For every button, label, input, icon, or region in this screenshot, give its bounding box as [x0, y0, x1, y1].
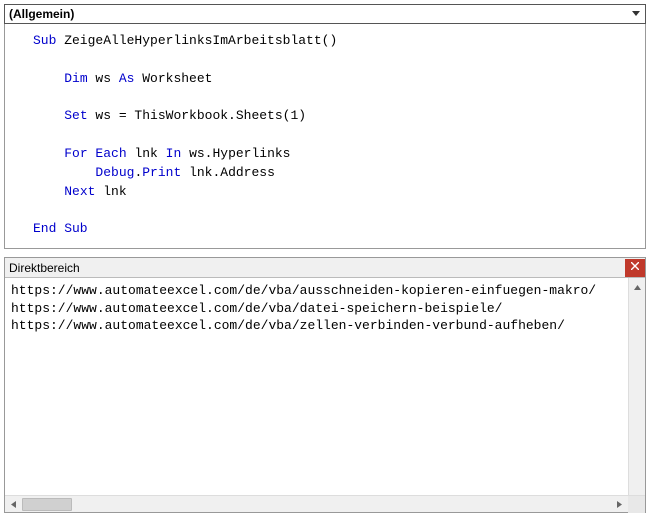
close-icon: [631, 262, 639, 273]
close-button[interactable]: [625, 259, 645, 277]
code-text: Worksheet: [134, 71, 212, 86]
code-keyword: Debug: [95, 165, 134, 180]
code-text: ZeigeAlleHyperlinksImArbeitsblatt(): [56, 33, 337, 48]
code-keyword: Print: [142, 165, 181, 180]
code-text: ws = ThisWorkbook.Sheets(1): [88, 108, 306, 123]
scroll-right-icon[interactable]: [611, 497, 628, 512]
code-keyword: Set: [64, 108, 87, 123]
object-dropdown-value: (Allgemein): [9, 7, 74, 21]
code-keyword: Dim: [64, 71, 87, 86]
vertical-scrollbar[interactable]: [628, 278, 645, 495]
immediate-title-text: Direktbereich: [9, 261, 80, 275]
code-keyword: Next: [64, 184, 95, 199]
object-dropdown[interactable]: (Allgemein): [4, 4, 646, 24]
code-keyword: End Sub: [33, 221, 88, 236]
horizontal-scrollbar[interactable]: [5, 495, 645, 512]
scrollbar-track[interactable]: [22, 497, 611, 512]
code-editor[interactable]: Sub ZeigeAlleHyperlinksImArbeitsblatt() …: [4, 24, 646, 249]
output-line: https://www.automateexcel.com/de/vba/dat…: [11, 301, 502, 316]
code-keyword: In: [166, 146, 182, 161]
scroll-left-icon[interactable]: [5, 497, 22, 512]
code-keyword: For Each: [64, 146, 126, 161]
code-text: ws: [88, 71, 119, 86]
code-keyword: As: [119, 71, 135, 86]
immediate-output[interactable]: https://www.automateexcel.com/de/vba/aus…: [5, 278, 628, 495]
output-line: https://www.automateexcel.com/de/vba/aus…: [11, 283, 596, 298]
code-text: ws.Hyperlinks: [181, 146, 290, 161]
scroll-up-icon[interactable]: [630, 280, 645, 295]
immediate-titlebar: Direktbereich: [5, 258, 645, 278]
output-line: https://www.automateexcel.com/de/vba/zel…: [11, 318, 565, 333]
immediate-body[interactable]: https://www.automateexcel.com/de/vba/aus…: [5, 278, 645, 495]
immediate-window: Direktbereich https://www.automateexcel.…: [4, 257, 646, 513]
scrollbar-thumb[interactable]: [22, 498, 72, 511]
scrollbar-corner: [628, 496, 645, 513]
code-text: lnk: [95, 184, 126, 199]
code-keyword: Sub: [33, 33, 56, 48]
chevron-down-icon: [629, 7, 643, 21]
code-text: lnk.Address: [181, 165, 275, 180]
code-text: lnk: [127, 146, 166, 161]
